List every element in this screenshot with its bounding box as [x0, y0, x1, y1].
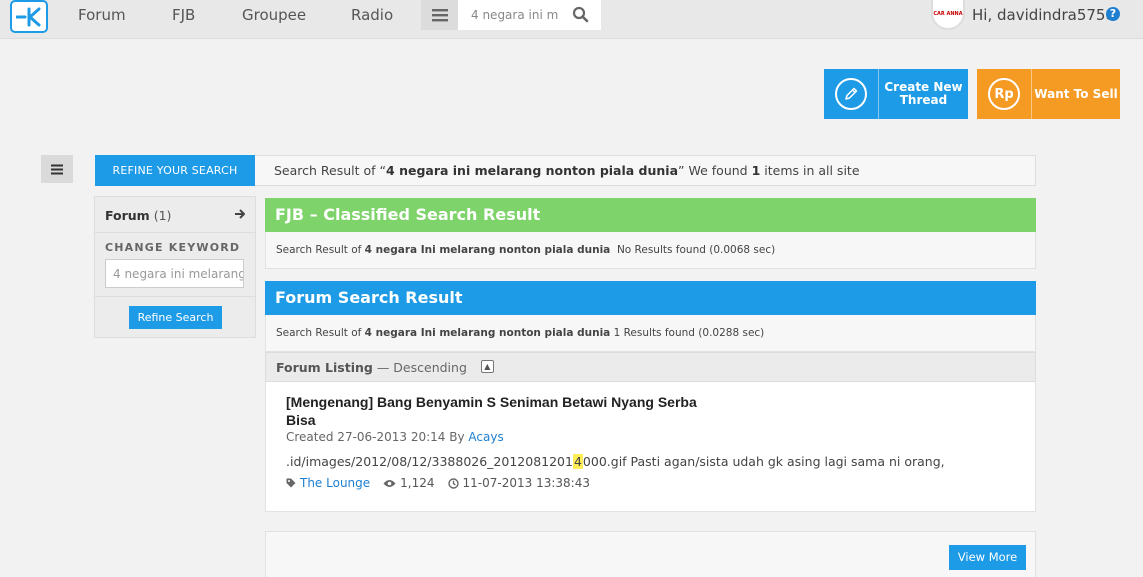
user-greeting[interactable]: Hi, davidindra5758: [972, 6, 1115, 24]
summary-middle: ” We found: [678, 163, 752, 178]
top-navigation: Forum FJB Groupee Radio CAR ANNA Hi, dav…: [0, 0, 1143, 39]
thread-last-post: 11-07-2013 13:38:43: [447, 476, 590, 490]
want-to-sell-icon-cell: Rp: [977, 69, 1032, 119]
forum-info-result: 1 Results found (0.0288 sec): [613, 327, 765, 339]
nav-link-forum[interactable]: Forum: [78, 6, 126, 24]
forum-info-query: 4 negara Ini melarang nonton piala dunia: [364, 327, 611, 339]
thread-snippet: .id/images/2012/08/12/3388026_2012081201…: [286, 454, 945, 469]
thread-title[interactable]: [Mengenang] Bang Benyamin S Seniman Beta…: [286, 393, 726, 429]
search-button[interactable]: [572, 6, 589, 27]
category-label: The Lounge: [300, 476, 371, 490]
thread-meta: Created 27-06-2013 20:14 By Acays: [286, 430, 504, 444]
tab-refine-search[interactable]: REFINE YOUR SEARCH: [95, 155, 255, 186]
fjb-section-title: FJB – Classified Search Result: [265, 198, 1036, 232]
thread-category[interactable]: The Lounge: [286, 476, 370, 490]
create-thread-label: Create New Thread: [884, 80, 963, 107]
snippet-after: 000.gif Pasti agan/sista udah gk asing l…: [582, 454, 945, 469]
change-keyword-label: CHANGE KEYWORD: [105, 241, 241, 254]
forum-filter-count: (1): [153, 208, 172, 223]
view-more-button[interactable]: View More: [949, 545, 1026, 570]
avatar-text: CAR ANNA: [933, 11, 963, 17]
listing-label: Forum Listing: [276, 360, 373, 375]
fjb-result-info: Search Result of 4 negara Ini melarang n…: [265, 232, 1036, 269]
last-post-time: 11-07-2013 13:38:43: [462, 476, 590, 490]
clock-icon: [447, 477, 459, 489]
forum-filter-label: Forum: [105, 208, 150, 223]
create-thread-icon-cell: [824, 69, 879, 119]
want-to-sell-button[interactable]: Rp Want To Sell: [977, 69, 1120, 119]
help-icon[interactable]: ?: [1106, 7, 1120, 21]
want-to-sell-label: Want To Sell: [1034, 86, 1118, 101]
arrow-right-icon: [234, 208, 246, 223]
kaskus-logo-icon: [16, 7, 41, 26]
fjb-info-query: 4 negara Ini melarang nonton piala dunia: [364, 244, 611, 256]
hamburger-icon: [431, 9, 448, 22]
forum-filter-item[interactable]: Forum (1): [95, 197, 255, 233]
summary-suffix: items in all site: [760, 163, 860, 178]
search-summary: Search Result of “4 negara ini melarang …: [255, 155, 1036, 186]
search-icon: [572, 6, 589, 23]
rupiah-icon: Rp: [988, 78, 1020, 110]
fjb-info-prefix: Search Result of: [276, 244, 365, 256]
summary-count: 1: [751, 163, 761, 178]
create-thread-button[interactable]: Create New Thread: [824, 69, 968, 119]
kaskus-logo[interactable]: [10, 0, 48, 33]
thread-created: Created 27-06-2013 20:14 By: [286, 430, 469, 444]
keyword-input[interactable]: [105, 259, 244, 288]
forum-info-prefix: Search Result of: [276, 327, 365, 339]
search-box: [458, 0, 601, 30]
summary-query: 4 negara ini melarang nonton piala dunia: [386, 163, 679, 178]
listing-order: — Descending: [372, 360, 467, 375]
results-footer: View More: [265, 531, 1036, 577]
summary-prefix: Search Result of “: [274, 163, 387, 178]
refine-panel: Forum (1) CHANGE KEYWORD Refine Search: [94, 196, 256, 338]
forum-section-title: Forum Search Result: [265, 281, 1036, 315]
thread-views: 1,124: [383, 476, 435, 490]
forum-result-info: Search Result of 4 negara Ini melarang n…: [265, 315, 1036, 352]
thread-author[interactable]: Acays: [468, 430, 503, 444]
views-count: 1,124: [400, 476, 435, 490]
list-item: [Mengenang] Bang Benyamin S Seniman Beta…: [265, 382, 1036, 512]
sidebar-toggle-button[interactable]: [41, 155, 73, 183]
list-icon: [51, 164, 63, 174]
search-input[interactable]: [458, 0, 558, 30]
forum-listing-header: Forum Listing — Descending ▲: [265, 352, 1036, 382]
fjb-info-result: No Results found (0.0068 sec): [616, 244, 776, 256]
refine-search-button[interactable]: Refine Search: [129, 306, 222, 329]
snippet-before: .id/images/2012/08/12/3388026_2012081201: [286, 454, 573, 469]
menu-button[interactable]: [421, 0, 458, 30]
divider: [95, 296, 255, 297]
nav-link-radio[interactable]: Radio: [351, 6, 393, 24]
collapse-icon[interactable]: ▲: [480, 360, 494, 373]
tag-icon: [286, 478, 296, 488]
eye-icon: [383, 479, 396, 487]
pencil-glyph: [845, 87, 858, 100]
thread-stats: The Lounge 1,124 11-07-2013 13:38:43: [286, 476, 603, 490]
pencil-icon: [835, 78, 867, 110]
avatar[interactable]: CAR ANNA: [931, 0, 965, 30]
snippet-highlight: 4: [572, 454, 583, 469]
nav-link-fjb[interactable]: FJB: [172, 6, 195, 24]
nav-link-groupee[interactable]: Groupee: [242, 6, 306, 24]
